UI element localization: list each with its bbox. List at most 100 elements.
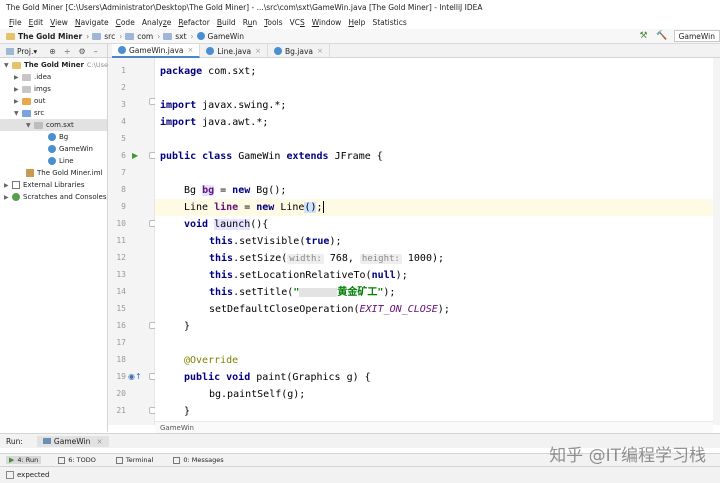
run-tab-gamewin[interactable]: GameWin ×: [36, 435, 109, 447]
breadcrumb-com[interactable]: com ›: [125, 32, 160, 41]
tree-item-out[interactable]: ▶ out: [14, 95, 45, 107]
navigation-bar: The Gold Miner › src › com › sxt › GameWin ⚒…: [0, 29, 720, 44]
tool-window-run[interactable]: ▶ 4: Run: [6, 456, 42, 464]
chevron-right-icon[interactable]: ▶: [4, 182, 12, 189]
tool-window-terminal[interactable]: Terminal: [113, 456, 156, 464]
class-icon: [48, 133, 56, 141]
status-message: expected: [17, 471, 50, 479]
terminal-icon: [115, 456, 123, 464]
line-number: 9: [121, 202, 126, 211]
tool-window-todo[interactable]: 6: TODO: [55, 456, 99, 464]
menu-run[interactable]: Run: [240, 18, 260, 27]
project-view-selector[interactable]: Proj.▾: [17, 47, 37, 56]
tab-line-java[interactable]: Line.java ×: [200, 44, 268, 58]
breadcrumb-sxt[interactable]: sxt ›: [163, 32, 194, 41]
run-panel-label: Run:: [6, 436, 23, 446]
tool-window-messages[interactable]: 0: Messages: [170, 456, 226, 464]
code-line-16: }: [184, 321, 191, 332]
folder-icon: [163, 32, 173, 40]
tree-item-line[interactable]: Line: [48, 155, 74, 167]
close-icon[interactable]: ×: [96, 437, 102, 446]
line-number: 13: [116, 270, 126, 279]
build-icon[interactable]: ⚒: [638, 30, 650, 42]
project-tree: ▼ The Gold Miner C:\Users ▶ .idea ▶ imgs ▶ ou…: [0, 58, 114, 432]
tab-bg-java[interactable]: Bg.java ×: [268, 44, 330, 58]
close-icon[interactable]: ×: [188, 46, 194, 54]
close-icon[interactable]: ×: [255, 47, 261, 55]
editor-gutter: 1 2 3 4 5 6 7 8 9 10 11 12 13 14 15 16 1…: [108, 58, 156, 425]
code-line-14: this.setTitle(" 黄金矿工");: [209, 287, 396, 298]
chevron-down-icon[interactable]: ▼: [26, 122, 34, 129]
breadcrumb-project[interactable]: The Gold Miner ›: [6, 32, 89, 41]
menu-analyze[interactable]: Analyze: [139, 18, 175, 27]
menu-window[interactable]: Window: [309, 18, 345, 27]
tree-item-bg[interactable]: Bg: [48, 131, 68, 143]
class-icon: [274, 47, 282, 55]
hammer-icon[interactable]: 🔨: [656, 30, 668, 42]
tree-item-imgs[interactable]: ▶ imgs: [14, 83, 51, 95]
minimize-icon[interactable]: –: [94, 47, 98, 56]
menu-tools[interactable]: Tools: [261, 18, 285, 27]
code-line-13: this.setLocationRelativeTo(null);: [209, 270, 408, 281]
menu-navigate[interactable]: Navigate: [72, 18, 112, 27]
text-caret: [322, 201, 324, 213]
run-config-selector[interactable]: GameWin: [673, 30, 720, 42]
run-icon: ▶: [9, 456, 15, 464]
folder-icon: [22, 85, 31, 93]
line-number: 2: [121, 83, 126, 92]
menu-refactor[interactable]: Refactor: [175, 18, 212, 27]
tree-item-iml[interactable]: The Gold Miner.iml: [26, 167, 102, 179]
breadcrumb-gamewin[interactable]: GameWin: [196, 32, 244, 41]
watermark: 知乎 @IT编程学习栈: [549, 446, 706, 466]
tab-gamewin-java[interactable]: GameWin.java ×: [112, 44, 201, 58]
menu-vcs[interactable]: VCS: [287, 18, 308, 27]
line-number: 11: [116, 236, 126, 245]
chevron-right-icon[interactable]: ▶: [14, 74, 22, 81]
line-number: 4: [121, 117, 126, 126]
code-editor[interactable]: package com.sxt; import javax.swing.*; i…: [155, 58, 713, 425]
tree-item-package[interactable]: ▼ com.sxt: [0, 119, 107, 131]
chevron-down-icon[interactable]: ▼: [14, 110, 22, 117]
editor-breadcrumb[interactable]: GameWin: [155, 421, 713, 433]
editor-scrollbar[interactable]: [713, 58, 720, 425]
library-icon: [12, 181, 20, 189]
locate-icon[interactable]: ⊕: [49, 47, 56, 56]
editor-tabs: GameWin.java × Line.java × Bg.java ×: [112, 44, 330, 58]
close-icon[interactable]: ×: [317, 47, 323, 55]
menu-code[interactable]: Code: [113, 18, 138, 27]
run-gutter-icon[interactable]: ▶: [132, 151, 138, 161]
tree-item-gamewin[interactable]: GameWin: [48, 143, 93, 155]
chevron-right-icon[interactable]: ▶: [4, 194, 12, 201]
gear-icon[interactable]: ⚙: [79, 47, 86, 56]
tree-item-idea[interactable]: ▶ .idea: [14, 71, 51, 83]
tree-item-root[interactable]: ▼ The Gold Miner C:\Users: [4, 59, 114, 71]
collapse-icon[interactable]: ÷: [64, 47, 71, 56]
menu-file[interactable]: File: [6, 18, 25, 27]
menu-statistics[interactable]: Statistics: [369, 18, 409, 27]
code-line-15: setDefaultCloseOperation(EXIT_ON_CLOSE);: [209, 304, 450, 315]
breadcrumb-src[interactable]: src ›: [92, 32, 122, 41]
class-icon: [48, 145, 56, 153]
redacted-text: [299, 287, 338, 297]
menu-help[interactable]: Help: [345, 18, 368, 27]
line-number: 1: [121, 66, 126, 75]
code-line-19: public void paint(Graphics g) {: [184, 372, 371, 383]
chevron-right-icon[interactable]: ▶: [14, 98, 22, 105]
folder-icon: [6, 32, 15, 40]
chevron-right-icon[interactable]: ▶: [14, 86, 22, 93]
tree-item-external-libraries[interactable]: ▶ External Libraries: [4, 179, 85, 191]
folder-icon: [22, 73, 31, 81]
line-number: 8: [121, 185, 126, 194]
menu-edit[interactable]: Edit: [26, 18, 47, 27]
code-line-6: public class GameWin extends JFrame {: [160, 151, 383, 162]
nav-toolbar: ⚒ 🔨 GameWin: [638, 30, 720, 42]
window-title: The Gold Miner [C:\Users\Administrator\D…: [0, 0, 720, 15]
menu-build[interactable]: Build: [214, 18, 239, 27]
chevron-down-icon[interactable]: ▼: [4, 62, 12, 69]
menu-view[interactable]: View: [47, 18, 71, 27]
tree-item-scratches[interactable]: ▶ Scratches and Consoles: [4, 191, 107, 203]
tree-item-src[interactable]: ▼ src: [14, 107, 44, 119]
code-line-18: @Override: [184, 355, 239, 366]
override-icon[interactable]: ◉↑: [128, 372, 142, 382]
project-icon: [6, 47, 14, 55]
